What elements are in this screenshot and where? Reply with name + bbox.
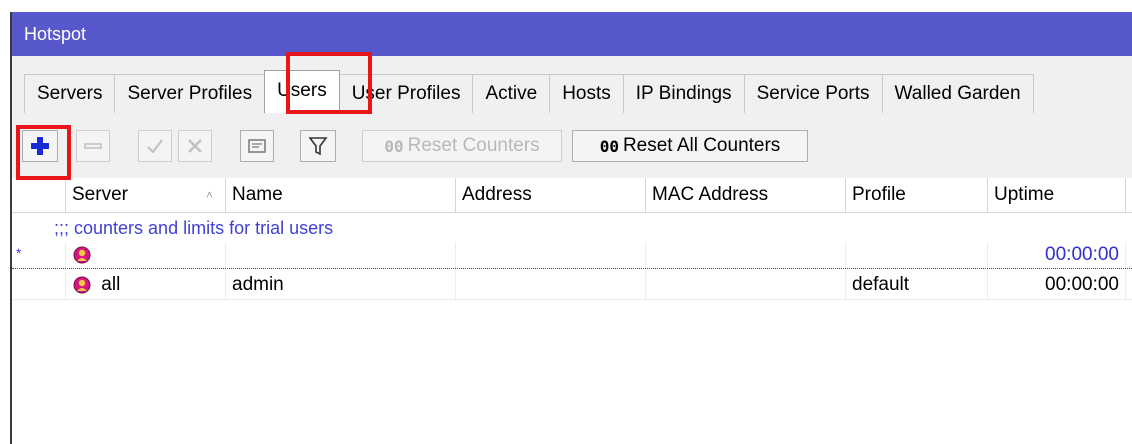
row-name: admin — [226, 270, 456, 299]
row-flag — [12, 270, 66, 299]
table-header: Server ˄ Name Address MAC Address Profil… — [12, 178, 1132, 213]
reset-counters-label: Reset Counters — [407, 135, 540, 156]
disable-button[interactable] — [178, 130, 212, 162]
table-row[interactable]: all admin default 00:00:00 — [12, 270, 1132, 300]
reset-counters-button[interactable]: 00 Reset Counters — [362, 130, 562, 162]
row-uptime: 00:00:00 — [988, 270, 1126, 299]
remove-button[interactable] — [76, 130, 110, 162]
column-flag[interactable] — [12, 178, 66, 212]
column-server[interactable]: Server ˄ — [66, 178, 226, 212]
row-server — [66, 242, 226, 268]
toolbar: 00 Reset Counters 00 Reset All Counters — [18, 122, 1118, 170]
column-address[interactable]: Address — [456, 178, 646, 212]
row-name — [226, 242, 456, 268]
tab-service-ports[interactable]: Service Ports — [743, 74, 883, 113]
minus-icon — [84, 143, 102, 149]
column-name[interactable]: Name — [226, 178, 456, 212]
counter-icon: 00 — [384, 136, 404, 156]
tab-hosts[interactable]: Hosts — [549, 74, 624, 113]
row-mac — [646, 242, 846, 268]
row-flag: * — [12, 242, 66, 268]
row-uptime: 00:00:00 — [988, 242, 1126, 268]
row-address — [456, 270, 646, 299]
filter-button[interactable] — [300, 130, 336, 162]
hotspot-user-icon — [73, 276, 91, 294]
comment-button[interactable] — [240, 130, 274, 162]
tab-active[interactable]: Active — [472, 74, 551, 113]
filter-icon — [308, 137, 328, 156]
enable-button[interactable] — [138, 130, 172, 162]
row-server: all — [66, 270, 226, 299]
add-button[interactable] — [22, 130, 58, 162]
tab-ip-bindings[interactable]: IP Bindings — [622, 74, 745, 113]
tab-walled-garden[interactable]: Walled Garden — [881, 74, 1034, 113]
row-address — [456, 242, 646, 268]
sort-asc-icon: ˄ — [205, 188, 213, 202]
table-row[interactable]: * 00:00:00 — [12, 242, 1132, 269]
comment-icon — [248, 139, 266, 153]
tab-server-profiles[interactable]: Server Profiles — [114, 74, 266, 113]
column-profile[interactable]: Profile — [846, 178, 988, 212]
window-title: Hotspot — [12, 12, 1132, 56]
column-uptime[interactable]: Uptime — [988, 178, 1126, 212]
reset-all-counters-label: Reset All Counters — [622, 135, 781, 156]
tab-users[interactable]: Users — [264, 70, 340, 113]
users-table: Server ˄ Name Address MAC Address Profil… — [12, 178, 1132, 444]
hotspot-user-icon — [73, 246, 91, 264]
hotspot-window: Hotspot Servers Server Profiles Users Us… — [10, 12, 1132, 444]
row-profile: default — [846, 270, 988, 299]
row-mac — [646, 270, 846, 299]
tab-bar: Servers Server Profiles Users User Profi… — [24, 70, 1034, 114]
reset-all-counters-button[interactable]: 00 Reset All Counters — [572, 130, 808, 162]
column-server-label: Server — [72, 184, 128, 205]
checkmark-icon — [147, 139, 163, 154]
comment-text: ;;; counters and limits for trial users — [54, 218, 334, 238]
cross-icon — [188, 139, 202, 153]
tab-user-profiles[interactable]: User Profiles — [338, 74, 474, 113]
column-mac-address[interactable]: MAC Address — [646, 178, 846, 212]
counter-icon: 00 — [599, 136, 619, 156]
plus-icon — [31, 137, 49, 155]
comment-row[interactable]: ;;; counters and limits for trial users — [12, 214, 1132, 243]
tab-servers[interactable]: Servers — [24, 74, 116, 113]
row-profile — [846, 242, 988, 268]
